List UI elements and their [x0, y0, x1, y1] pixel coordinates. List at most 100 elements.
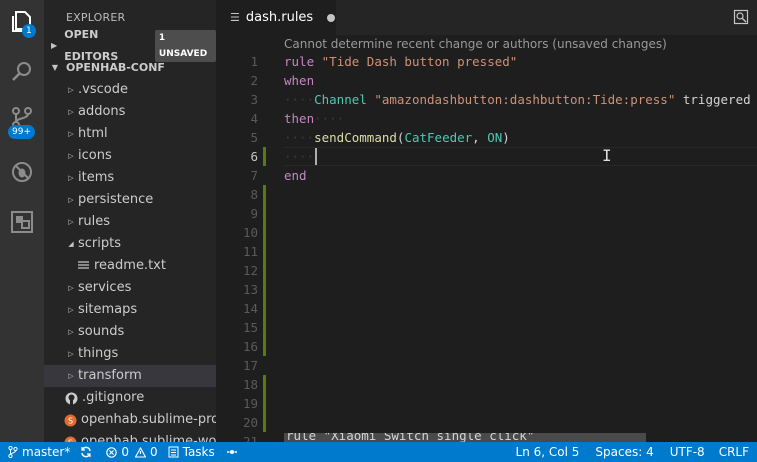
- line-number: 8: [250, 187, 258, 202]
- tree-folder[interactable]: ▷ addons: [44, 101, 216, 123]
- cursor-position[interactable]: Ln 6, Col 5: [508, 442, 588, 462]
- code-line[interactable]: 19: [216, 394, 757, 413]
- code-token: ····: [284, 149, 315, 164]
- added-line-marker[interactable]: [263, 280, 266, 299]
- added-line-marker[interactable]: [263, 375, 266, 394]
- chevron-right-icon: ▷: [68, 306, 74, 314]
- editor-area: ☰ dash.rules Cannot determine recent cha…: [216, 0, 757, 442]
- codelens-info[interactable]: Cannot determine recent change or author…: [284, 37, 667, 51]
- tree-folder[interactable]: ▷ sounds: [44, 321, 216, 343]
- code-token: when: [284, 73, 315, 88]
- tree-file[interactable]: .gitignore: [44, 387, 216, 409]
- added-line-marker[interactable]: [263, 261, 266, 280]
- tree-item-label: scripts: [78, 236, 121, 251]
- tree-folder[interactable]: ▷ persistence: [44, 189, 216, 211]
- code-line[interactable]: 11: [216, 242, 757, 261]
- added-line-marker[interactable]: [263, 299, 266, 318]
- tree-file[interactable]: Sopenhab.sublime-proj...: [44, 409, 216, 431]
- warning-icon: [134, 446, 146, 458]
- tree-folder[interactable]: ▷ things: [44, 343, 216, 365]
- branch-name: master*: [22, 445, 71, 459]
- code-line[interactable]: 13: [216, 280, 757, 299]
- line-number: 6: [250, 149, 258, 164]
- tree-folder[interactable]: ▷ services: [44, 277, 216, 299]
- tree-item-label: icons: [78, 148, 112, 163]
- code-token: rule: [284, 54, 322, 69]
- tree-item-label: html: [78, 126, 108, 141]
- live-share-button[interactable]: [220, 442, 248, 462]
- code-line[interactable]: 12: [216, 261, 757, 280]
- tree-file[interactable]: readme.txt: [44, 255, 216, 277]
- code-line[interactable]: 4 then····: [216, 109, 757, 128]
- problems-indicator[interactable]: 0 0: [101, 442, 162, 462]
- debug-icon[interactable]: [0, 150, 44, 194]
- line-number: 15: [242, 320, 258, 335]
- tab-bar: ☰ dash.rules: [216, 0, 757, 35]
- tree-folder[interactable]: ▷ html: [44, 123, 216, 145]
- code-line[interactable]: 20: [216, 413, 757, 432]
- explorer-icon[interactable]: 1: [0, 0, 44, 44]
- source-control-icon[interactable]: 99+: [0, 96, 44, 140]
- code-line[interactable]: 2 when: [216, 71, 757, 90]
- indentation[interactable]: Spaces: 4: [587, 442, 661, 462]
- tab-dash-rules[interactable]: ☰ dash.rules: [216, 0, 336, 35]
- code-line[interactable]: 16: [216, 337, 757, 356]
- lines-icon: ☰: [230, 11, 240, 24]
- tree-folder[interactable]: ▷ sitemaps: [44, 299, 216, 321]
- added-line-marker[interactable]: [263, 318, 266, 337]
- tree-folder[interactable]: ▷ .vscode: [44, 79, 216, 101]
- code-line[interactable]: 8: [216, 185, 757, 204]
- branch-indicator[interactable]: master*: [0, 442, 75, 462]
- code-line[interactable]: 18: [216, 375, 757, 394]
- added-line-marker[interactable]: [263, 394, 266, 413]
- file-tree: ▷ .vscode ▷ addons ▷ html ▷ icons ▷ items ▷ persist…: [44, 79, 216, 442]
- code-line[interactable]: 7 end: [216, 166, 757, 185]
- line-content: end: [284, 166, 307, 185]
- tree-file[interactable]: Sopenhab.sublime-wor...: [44, 431, 216, 442]
- code-line[interactable]: 3 ····Channel "amazondashbutton:dashbutto…: [216, 90, 757, 109]
- peek-line-preview: rule "Xiaomi Switch single click": [284, 433, 646, 442]
- tree-folder[interactable]: ▷ rules: [44, 211, 216, 233]
- code-line[interactable]: 1 rule "Tide Dash button pressed": [216, 52, 757, 71]
- code-line[interactable]: 14: [216, 299, 757, 318]
- line-content: ····: [284, 147, 314, 166]
- search-icon[interactable]: [0, 50, 44, 94]
- added-line-marker[interactable]: [263, 242, 266, 261]
- code-line[interactable]: 10: [216, 223, 757, 242]
- open-changes-icon[interactable]: [733, 9, 749, 25]
- code-line[interactable]: 17: [216, 356, 757, 375]
- added-line-marker[interactable]: [263, 337, 266, 356]
- added-line-marker[interactable]: [263, 147, 266, 166]
- line-number: 19: [242, 396, 258, 411]
- added-line-marker[interactable]: [263, 185, 266, 204]
- tree-folder[interactable]: ▷ icons: [44, 145, 216, 167]
- tree-item-label: .gitignore: [82, 390, 145, 405]
- code-token: then: [284, 111, 315, 126]
- tree-item-label: items: [78, 170, 115, 185]
- code-line[interactable]: 6 ····: [216, 147, 757, 166]
- added-line-marker[interactable]: [263, 413, 266, 432]
- tree-folder[interactable]: ▷ items: [44, 167, 216, 189]
- code-line[interactable]: 9: [216, 204, 757, 223]
- added-line-marker[interactable]: [263, 204, 266, 223]
- code-line[interactable]: 15: [216, 318, 757, 337]
- code-line[interactable]: 5 ····sendCommand(CatFeeder, ON): [216, 128, 757, 147]
- extensions-icon[interactable]: [0, 200, 44, 244]
- line-number: 3: [250, 92, 258, 107]
- tree-item-label: persistence: [78, 192, 154, 207]
- line-number: 12: [242, 263, 258, 278]
- tasks-button[interactable]: Tasks: [163, 442, 220, 462]
- sync-button[interactable]: [75, 442, 101, 462]
- added-line-marker[interactable]: [263, 223, 266, 242]
- chevron-right-icon: ▷: [68, 196, 74, 204]
- open-editors-header[interactable]: ▶ OPEN EDITORS 1 UNSAVED: [44, 28, 216, 63]
- line-number: 10: [242, 225, 258, 240]
- unsaved-dot-icon[interactable]: [327, 13, 336, 22]
- code-token: ····: [284, 92, 315, 107]
- line-ending[interactable]: CRLF: [713, 442, 757, 462]
- tree-folder[interactable]: ◢ scripts: [44, 233, 216, 255]
- chevron-right-icon: ▷: [68, 350, 74, 358]
- encoding[interactable]: UTF-8: [662, 442, 713, 462]
- tree-item-label: .vscode: [78, 82, 128, 97]
- tree-folder[interactable]: ▷ transform: [44, 365, 216, 387]
